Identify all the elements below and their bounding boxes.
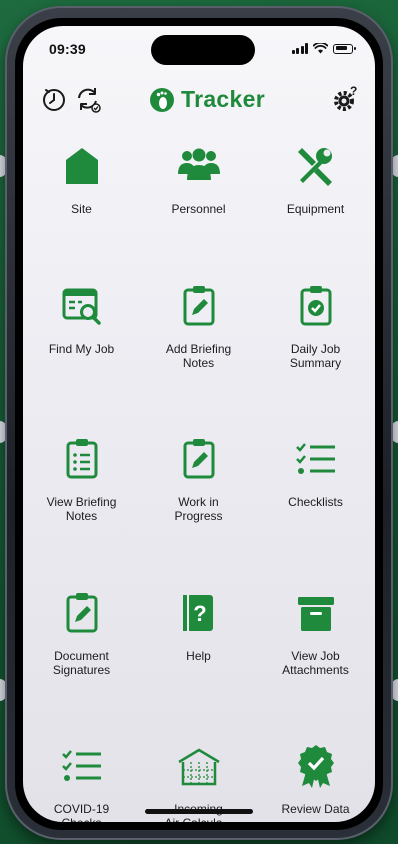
tile-label: Document Signatures bbox=[52, 649, 111, 677]
tile-find-my-job[interactable]: Find My Job bbox=[23, 282, 140, 356]
tile-document-signatures[interactable]: Document Signatures bbox=[23, 589, 140, 677]
status-bar: 09:39 bbox=[23, 26, 375, 72]
clipboard-edit-icon bbox=[175, 282, 223, 330]
phone-bezel: 09:39 Tracker ? Site Personnel Equipment… bbox=[15, 18, 383, 830]
svg-text:?: ? bbox=[193, 601, 206, 626]
tile-label: View Job Attachments bbox=[282, 649, 349, 677]
tile-review-data[interactable]: Review Data bbox=[257, 742, 374, 816]
building-grid-icon bbox=[175, 742, 223, 790]
help-book-icon: ? bbox=[175, 589, 223, 637]
sync-icon[interactable] bbox=[73, 84, 103, 114]
tile-label: Personnel bbox=[171, 202, 226, 216]
tile-label: Find My Job bbox=[48, 342, 115, 356]
tile-checklists[interactable]: Checklists bbox=[257, 435, 374, 509]
tile-label: Equipment bbox=[286, 202, 345, 216]
app-header: Tracker ? bbox=[23, 78, 375, 120]
tile-help[interactable]: ? Help bbox=[140, 589, 257, 663]
search-list-icon bbox=[58, 282, 106, 330]
checklist-icon bbox=[58, 742, 106, 790]
tile-covid-19-checks[interactable]: COVID-19 Checks bbox=[23, 742, 140, 822]
tile-daily-job-summary[interactable]: Daily Job Summary bbox=[257, 282, 374, 370]
tile-personnel[interactable]: Personnel bbox=[140, 142, 257, 216]
tile-view-job-attachments[interactable]: View Job Attachments bbox=[257, 589, 374, 677]
status-time: 09:39 bbox=[49, 41, 86, 57]
home-icon bbox=[58, 142, 106, 190]
app-title: Tracker bbox=[181, 86, 265, 112]
battery-icon bbox=[333, 43, 356, 54]
dynamic-island bbox=[151, 35, 255, 65]
clipboard-edit-icon bbox=[175, 435, 223, 483]
tile-label: Daily Job Summary bbox=[289, 342, 342, 370]
tile-label: Site bbox=[71, 202, 92, 216]
tile-label: Review Data bbox=[281, 802, 350, 816]
tile-label: Help bbox=[186, 649, 211, 663]
tile-label: Add Briefing Notes bbox=[165, 342, 232, 370]
tile-site[interactable]: Site bbox=[23, 142, 140, 216]
settings-help-icon[interactable]: ? bbox=[331, 84, 361, 114]
clipboard-check-icon bbox=[292, 282, 340, 330]
tile-add-briefing-notes[interactable]: Add Briefing Notes bbox=[140, 282, 257, 370]
wifi-icon bbox=[313, 43, 328, 54]
footprint-icon bbox=[150, 87, 174, 112]
tile-equipment[interactable]: Equipment bbox=[257, 142, 374, 216]
clock-icon[interactable] bbox=[39, 84, 69, 114]
tile-label: COVID-19 Checks bbox=[53, 802, 110, 822]
cellular-signal-icon bbox=[291, 43, 308, 54]
tile-label: View Briefing Notes bbox=[46, 495, 117, 523]
archive-box-icon bbox=[292, 589, 340, 637]
app-brand: Tracker bbox=[149, 86, 265, 113]
clipboard-edit-icon bbox=[58, 589, 106, 637]
app-screen: 09:39 Tracker ? Site Personnel Equipment… bbox=[23, 26, 375, 822]
people-icon bbox=[175, 142, 223, 190]
tile-view-briefing-notes[interactable]: View Briefing Notes bbox=[23, 435, 140, 523]
checklist-icon bbox=[292, 435, 340, 483]
tools-icon bbox=[292, 142, 340, 190]
tile-label: Work in Progress bbox=[174, 495, 223, 523]
home-indicator[interactable] bbox=[145, 809, 253, 814]
tile-work-in-progress[interactable]: Work in Progress bbox=[140, 435, 257, 523]
badge-check-icon bbox=[292, 742, 340, 790]
phone-frame: 09:39 Tracker ? Site Personnel Equipment… bbox=[5, 6, 393, 840]
tile-label: Checklists bbox=[288, 495, 343, 509]
status-icons bbox=[291, 43, 356, 54]
svg-text:?: ? bbox=[350, 84, 357, 98]
clipboard-list-icon bbox=[58, 435, 106, 483]
